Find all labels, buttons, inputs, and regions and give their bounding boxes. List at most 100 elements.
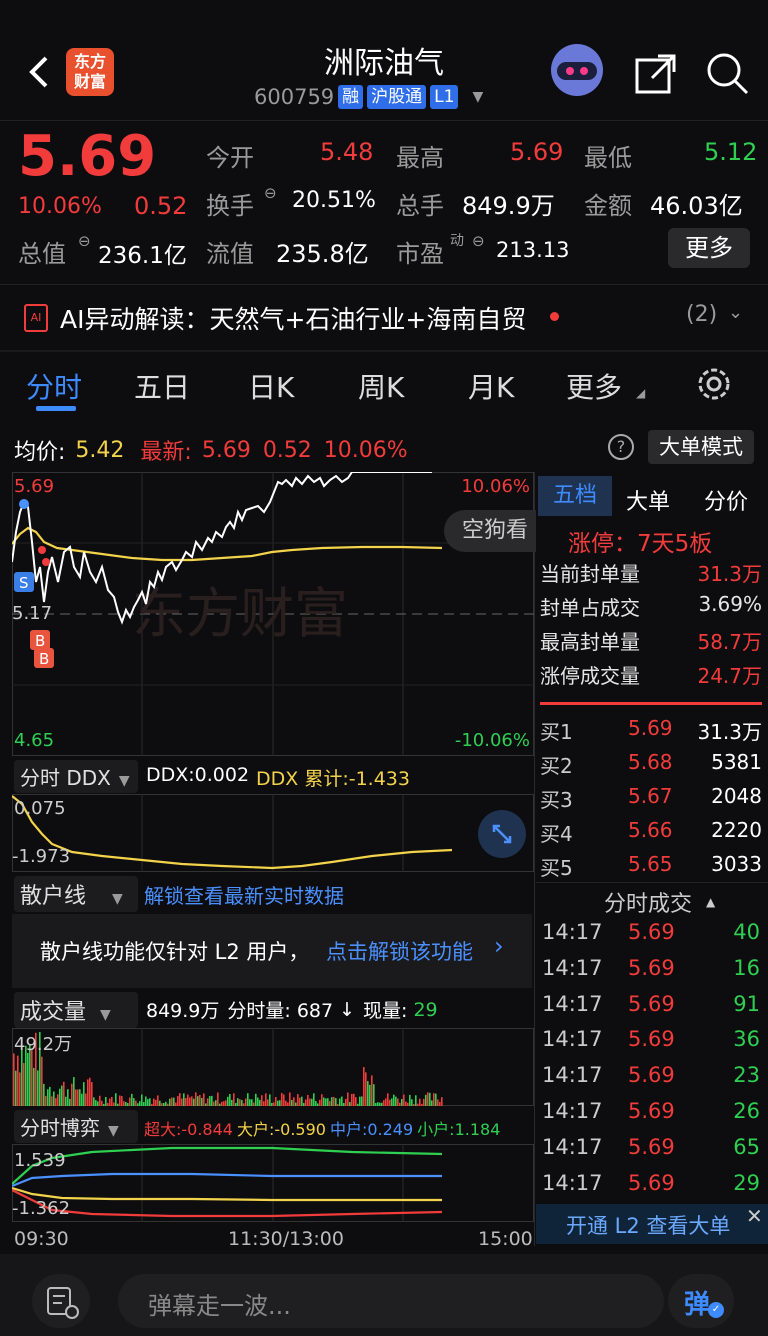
danmu-input[interactable]: 弹幕走一波... (118, 1274, 664, 1328)
question-icon[interactable]: ? (608, 434, 634, 460)
volume-bar (121, 1096, 123, 1106)
volume-bar (391, 1098, 393, 1106)
ai-banner[interactable]: AI AI异动解读：天然气+石油行业+海南自贸 (2) ⌄ (0, 290, 768, 344)
volume-bar (389, 1099, 391, 1106)
volume-bar (271, 1102, 273, 1106)
volume-bar (43, 1083, 45, 1106)
trade-price: 5.69 (628, 1170, 675, 1195)
l2-banner[interactable]: 开通 L2 查看大单 ✕ (536, 1204, 768, 1244)
more-button[interactable]: 更多 (668, 228, 750, 268)
trade-price: 5.69 (628, 920, 675, 944)
volume-bar (233, 1093, 235, 1106)
retail-unlock-link[interactable]: 解锁查看最新实时数据 (144, 880, 344, 909)
close-icon[interactable]: ✕ (746, 1204, 763, 1228)
volume-bar (41, 1056, 43, 1106)
volume-bar (349, 1101, 351, 1106)
volume-bar (215, 1100, 217, 1106)
order-book-row[interactable]: 买1 5.69 31.3万 (540, 716, 762, 746)
order-book-label: 买2 (540, 754, 573, 778)
search-icon[interactable] (704, 50, 750, 96)
order-book-label: 买5 (540, 856, 573, 880)
danmu-button[interactable]: 弹 ✓ (668, 1274, 734, 1328)
volume-bar (239, 1099, 241, 1106)
volume-bar (37, 1070, 39, 1106)
retail-notice[interactable]: 散户线功能仅针对 L2 用户， 点击解锁该功能 › (12, 914, 532, 988)
trade-row: 14:17 5.69 91 (540, 992, 762, 1022)
volume-selector-label: 成交量 (20, 1000, 87, 1025)
chevron-down-icon[interactable]: ▼ (472, 89, 483, 105)
open-value: 5.48 (320, 138, 374, 166)
tab-monthly-k[interactable]: 月K (468, 366, 514, 406)
volume-bar (379, 1102, 381, 1106)
volume-bar (423, 1098, 425, 1106)
tab-intraday[interactable]: 分时 (26, 366, 82, 406)
volume-bar (73, 1077, 75, 1106)
volume-bar (15, 1070, 17, 1106)
order-book-price: 5.65 (628, 852, 673, 876)
comment-icon[interactable] (32, 1274, 90, 1328)
stock-code-row: 600759 融 沪股通 L1 ▼ (254, 84, 483, 110)
info-icon[interactable]: ⊖ (472, 232, 485, 250)
volume-bar (247, 1093, 249, 1106)
volume-bar (329, 1101, 331, 1106)
limit-info-value: 58.7万 (697, 630, 762, 654)
trade-time: 14:17 (542, 1099, 603, 1123)
ai-new-dot (550, 312, 559, 321)
trade-time: 14:17 (542, 1170, 603, 1195)
tab-five-day[interactable]: 五日 (134, 366, 190, 406)
volume-bar (261, 1095, 263, 1106)
info-icon[interactable]: ⊖ (264, 184, 277, 202)
volume-bar (367, 1081, 369, 1106)
settings-icon[interactable] (694, 364, 734, 404)
order-book-row[interactable]: 买3 5.67 2048 (540, 784, 762, 814)
volume-bar (55, 1098, 57, 1106)
order-book-row[interactable]: 买5 5.65 3033 (540, 852, 762, 882)
volume-bar (213, 1101, 215, 1106)
retail-notice-link[interactable]: 点击解锁该功能 (326, 936, 473, 966)
tag-connect: 沪股通 (367, 85, 427, 109)
volume-bar (157, 1095, 159, 1106)
game-selector[interactable]: 分时博弈 ▼ (14, 1110, 138, 1143)
volume-bar (105, 1096, 107, 1106)
chevron-down-icon: ▼ (118, 773, 130, 789)
volume-bar (75, 1089, 77, 1106)
chevron-down-icon: ▼ (100, 1007, 111, 1023)
retail-notice-text: 散户线功能仅针对 L2 用户， (40, 940, 310, 964)
overlay-button[interactable]: 空狗看 (444, 510, 536, 552)
share-icon[interactable] (634, 52, 678, 96)
order-book-price: 5.66 (628, 818, 673, 842)
info-icon[interactable]: ⊖ (78, 232, 91, 250)
volume-bar (289, 1092, 291, 1106)
volume-bar (67, 1089, 69, 1106)
big-order-mode-button[interactable]: 大单模式 (648, 430, 754, 464)
volume-bar (269, 1094, 271, 1106)
order-book-row[interactable]: 买2 5.68 5381 (540, 750, 762, 780)
order-book-volume: 3033 (711, 852, 762, 876)
ddx-selector[interactable]: 分时 DDX ▼ (14, 760, 138, 793)
volume-stats: 849.9万 分时量: 687 ↓ 现量: 29 (146, 996, 438, 1023)
limit-info-label: 当前封单量 (540, 562, 640, 586)
side-tab-price[interactable]: 分价 (704, 484, 748, 516)
volume-bar (103, 1103, 105, 1106)
game-top-value: 1.539 (14, 1150, 66, 1171)
tab-weekly-k[interactable]: 周K (358, 366, 404, 406)
tab-more[interactable]: 更多 (566, 366, 622, 406)
side-tab-big-order[interactable]: 大单 (626, 484, 670, 516)
axis-bottom-right: -10.06% (455, 730, 530, 751)
pe-label: 市盈 (396, 240, 444, 268)
float-label: 流值 (206, 240, 254, 268)
fullscreen-button[interactable] (478, 810, 526, 858)
order-book-row[interactable]: 买4 5.66 2220 (540, 818, 762, 848)
axis-top-right: 10.06% (461, 476, 530, 497)
side-tab-level5[interactable]: 五档 (538, 476, 612, 516)
volume-bar (57, 1094, 59, 1106)
trades-header[interactable]: 分时成交 ▲ (604, 886, 715, 918)
retail-selector[interactable]: 散户线 ▼ (14, 876, 138, 912)
tab-daily-k[interactable]: 日K (248, 366, 294, 406)
ddx-bottom-value: -1.973 (12, 846, 70, 867)
volume-selector[interactable]: 成交量 ▼ (14, 992, 138, 1028)
limit-info-row: 最高封单量 58.7万 (540, 626, 762, 660)
robot-avatar-icon[interactable] (546, 42, 608, 98)
chevron-down-icon: ⌄ (728, 302, 744, 323)
volume-bar (63, 1081, 65, 1106)
